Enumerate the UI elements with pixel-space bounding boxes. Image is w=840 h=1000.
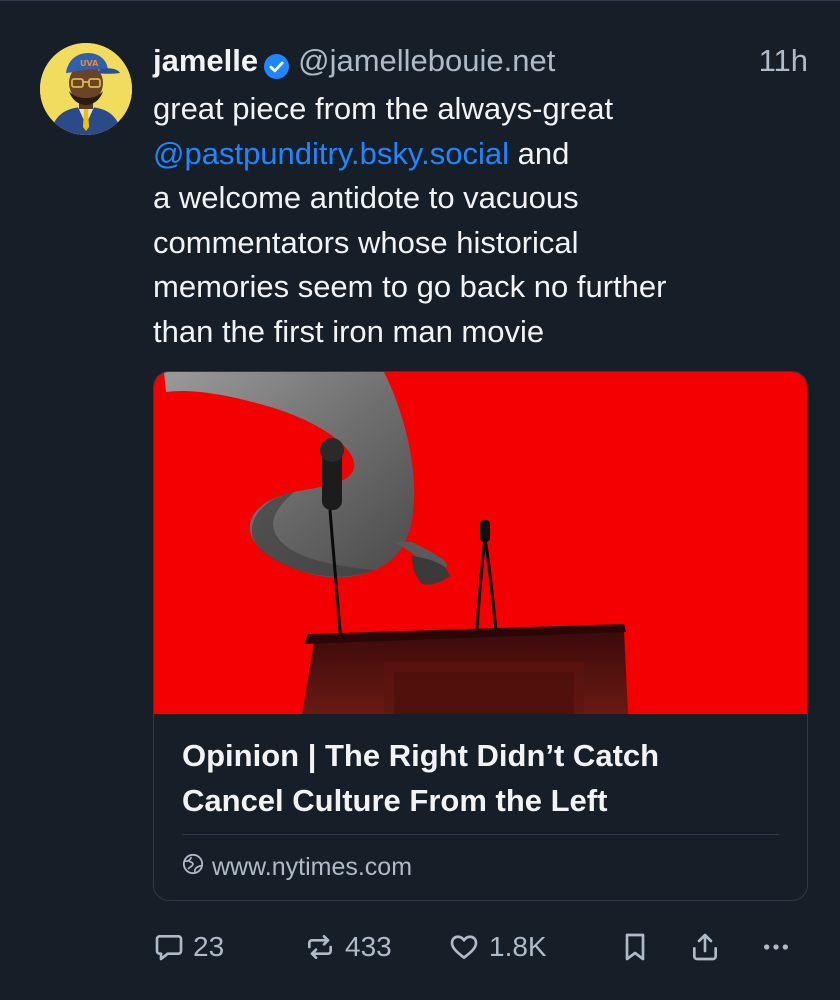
link-preview-title-line: Cancel Culture From the Left (182, 782, 608, 818)
post-text-segment: great piece from the always-great (153, 91, 614, 126)
link-preview-domain-text: www.nytimes.com (212, 852, 413, 881)
repost-button[interactable]: 433 (303, 923, 392, 971)
globe-icon (182, 853, 204, 882)
author-handle[interactable]: @jamellebouie.net (298, 41, 555, 81)
avatar-illustration: UVA (40, 43, 132, 135)
link-preview-title[interactable]: Opinion | The Right Didn’t Catch Cancel … (182, 734, 782, 823)
post-text-segment: than the first iron man movie (153, 313, 545, 349)
post-text-line: memories seem to go back no further (153, 265, 813, 310)
share-button[interactable] (689, 923, 721, 971)
reply-button[interactable]: 23 (153, 923, 224, 971)
link-preview-card[interactable]: Opinion | The Right Didn’t Catch Cancel … (153, 371, 808, 901)
repost-count: 433 (345, 931, 392, 962)
post-card[interactable]: UVA jamelle @jamellebouie.net 11h great … (0, 0, 840, 1000)
more-icon (759, 931, 793, 963)
share-icon (689, 931, 721, 963)
bookmark-icon (621, 931, 649, 963)
post-text-line: than the first iron man movie (153, 310, 813, 355)
post-text-line: a welcome antidote to vacuous (153, 176, 813, 221)
reply-icon (153, 931, 185, 963)
mention-link[interactable]: @pastpunditry.bsky.social (153, 136, 509, 171)
reply-count: 23 (193, 931, 225, 962)
post-text-line: great piece from the always-great (153, 87, 813, 132)
post-text-segment: a welcome antidote to vacuous (153, 180, 579, 215)
link-preview-image (154, 372, 807, 714)
post-timestamp[interactable]: 11h (759, 41, 808, 81)
link-preview-title-line: Opinion | The Right Didn’t Catch (182, 738, 660, 773)
post-text-line: commentators whose historical (153, 221, 813, 266)
post-text-segment: and (508, 135, 570, 171)
verified-badge-icon[interactable] (264, 49, 290, 79)
like-button[interactable]: 1.8K (447, 923, 547, 971)
post-text-line: @pastpunditry.bsky.social and (153, 132, 813, 177)
post-actions-bar: 23 433 1.8K (153, 923, 808, 971)
bookmark-button[interactable] (621, 923, 649, 971)
link-preview-domain[interactable]: www.nytimes.com (182, 850, 412, 884)
post-text-segment: memories seem to go back no further (153, 269, 667, 304)
link-preview-divider (182, 834, 779, 835)
like-count: 1.8K (489, 931, 547, 962)
post-text-segment: commentators whose historical (153, 224, 579, 260)
repost-icon (303, 931, 337, 963)
like-icon (447, 931, 481, 963)
post-header: jamelle @jamellebouie.net 11h (153, 41, 808, 81)
avatar-cap-text: UVA (80, 59, 99, 68)
post-text: great piece from the always-great @pastp… (153, 87, 813, 354)
more-options-button[interactable] (759, 923, 793, 971)
author-display-name[interactable]: jamelle (153, 41, 258, 81)
avatar[interactable]: UVA (40, 43, 132, 135)
